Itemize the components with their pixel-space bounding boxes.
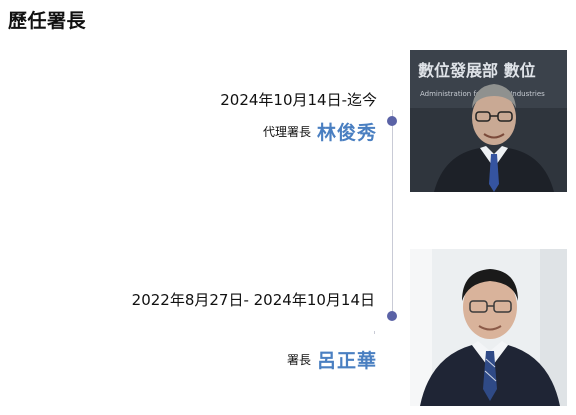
backdrop-text: 數位發展部 數位: [418, 61, 536, 80]
director-photo: [410, 249, 567, 406]
director-photo: 數位發展部 數位 Administration for Digital Indu…: [410, 50, 567, 192]
timeline-dot: [387, 116, 397, 126]
director-entry: 代理署長 林俊秀: [263, 118, 377, 145]
director-role: 代理署長: [262, 125, 311, 139]
term-dates: 2022年8月27日- 2024年10月14日: [131, 291, 375, 309]
portrait-icon: 數位發展部 數位 Administration for Digital Indu…: [410, 50, 567, 192]
director-name[interactable]: 林俊秀: [317, 122, 377, 144]
portrait-icon: [410, 249, 567, 406]
director-name[interactable]: 呂正華: [317, 350, 377, 372]
timeline-tick: [374, 331, 375, 334]
timeline-dot: [387, 311, 397, 321]
timeline-line: [392, 110, 393, 320]
page-title: 歷任署長: [8, 10, 87, 32]
page: 歷任署長 2024年10月14日-迄今 代理署長 林俊秀 數位發展部 數位 Adm…: [0, 0, 576, 415]
director-entry: 署長 呂正華: [287, 346, 377, 373]
director-role: 署長: [286, 353, 311, 367]
term-dates: 2024年10月14日-迄今: [220, 91, 377, 109]
